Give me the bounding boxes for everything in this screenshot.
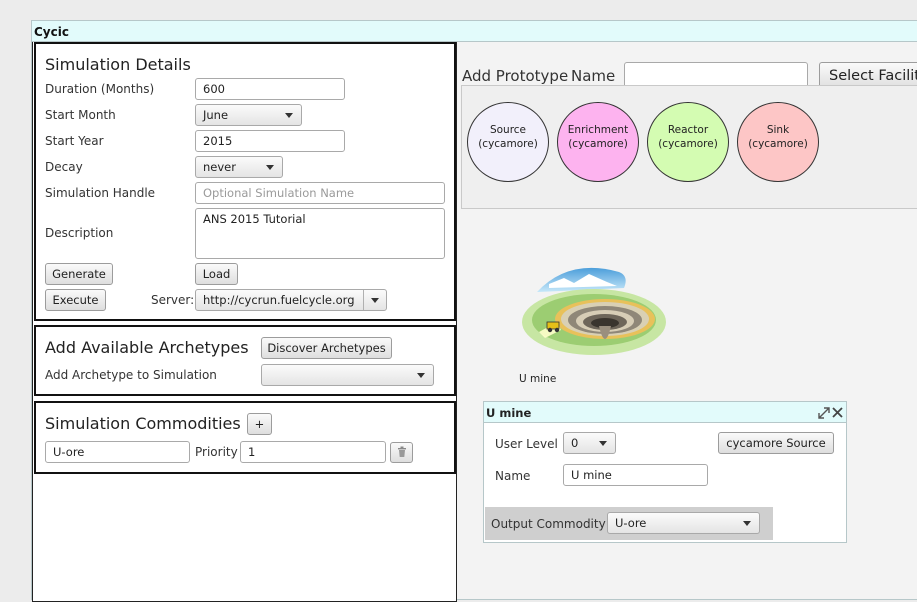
output-commodity-select[interactable]: U-ore: [607, 512, 760, 534]
cycic-window: Cycic Simulation Details Duration (Month…: [31, 20, 917, 602]
simulation-handle-label: Simulation Handle: [45, 186, 156, 200]
start-month-label: Start Month: [45, 108, 116, 122]
facility-source-name: Source: [489, 124, 527, 136]
archetypes-heading: Add Available Archetypes: [45, 338, 249, 357]
chevron-down-icon: [743, 521, 751, 526]
start-month-value: June: [203, 108, 229, 122]
execute-button[interactable]: Execute: [45, 289, 106, 311]
simulation-handle-input[interactable]: Optional Simulation Name: [195, 182, 445, 204]
generate-button[interactable]: Generate: [45, 263, 113, 285]
facility-enrichment[interactable]: Enrichment (cycamore): [557, 102, 639, 182]
description-textarea[interactable]: ANS 2015 Tutorial: [195, 208, 445, 259]
left-panel: Simulation Details Duration (Months) 600…: [32, 42, 457, 602]
chevron-down-icon[interactable]: [371, 298, 379, 303]
delete-commodity-button[interactable]: [390, 442, 413, 463]
mine-node-label: U mine: [519, 373, 557, 385]
add-prototype-heading: Add Prototype: [462, 67, 569, 85]
simulation-details-section: Simulation Details Duration (Months) 600…: [34, 42, 456, 321]
decay-value: never: [203, 160, 236, 174]
chevron-down-icon: [266, 165, 274, 170]
facility-sink[interactable]: Sink (cycamore): [737, 102, 819, 182]
start-month-select[interactable]: June: [195, 104, 302, 126]
expand-icon[interactable]: [818, 407, 830, 419]
duration-input[interactable]: 600: [195, 78, 345, 100]
close-icon[interactable]: [832, 407, 843, 418]
window-title: Cycic: [32, 21, 917, 42]
user-level-select[interactable]: 0: [563, 432, 616, 454]
facility-palette: Source (cycamore) Enrichment (cycamore) …: [461, 85, 917, 209]
facility-name-input[interactable]: U mine: [563, 464, 708, 486]
add-commodity-button[interactable]: +: [247, 413, 272, 435]
facility-reactor-name: Reactor: [667, 124, 709, 136]
commodities-heading: Simulation Commodities: [45, 414, 241, 433]
facility-window-title: U mine: [484, 402, 846, 423]
output-commodity-label: Output Commodity: [491, 517, 606, 531]
facility-reactor[interactable]: Reactor (cycamore): [647, 102, 729, 182]
start-year-input[interactable]: 2015: [195, 130, 345, 152]
chevron-down-icon: [417, 373, 425, 378]
trash-icon: [397, 446, 406, 457]
output-commodity-row: Output Commodity U-ore: [485, 507, 773, 540]
simulation-details-heading: Simulation Details: [45, 55, 191, 74]
discover-archetypes-button[interactable]: Discover Archetypes: [261, 337, 392, 359]
facility-reactor-lib: (cycamore): [658, 138, 718, 150]
archetype-type-button[interactable]: cycamore Source: [718, 432, 834, 454]
decay-label: Decay: [45, 160, 83, 174]
duration-label: Duration (Months): [45, 82, 155, 96]
load-button[interactable]: Load: [195, 263, 238, 285]
add-archetype-label: Add Archetype to Simulation: [45, 368, 217, 382]
facility-enrichment-name: Enrichment: [567, 124, 629, 136]
facility-enrichment-lib: (cycamore): [568, 138, 628, 150]
priority-label: Priority: [195, 445, 238, 459]
facility-sink-name: Sink: [766, 124, 790, 136]
server-combobox[interactable]: http://cycrun.fuelcycle.org: [195, 289, 387, 311]
server-label: Server:: [151, 293, 195, 307]
decay-select[interactable]: never: [195, 156, 283, 178]
user-level-value: 0: [571, 436, 579, 450]
description-label: Description: [45, 226, 114, 240]
facility-source-lib: (cycamore): [478, 138, 538, 150]
mine-node-icon[interactable]: [519, 262, 669, 357]
facility-sink-lib: (cycamore): [748, 138, 808, 150]
combo-divider: [363, 290, 364, 310]
commodity-name-input[interactable]: U-ore: [45, 441, 190, 463]
archetypes-section: Add Available Archetypes Discover Archet…: [34, 325, 456, 396]
start-year-label: Start Year: [45, 134, 104, 148]
server-value: http://cycrun.fuelcycle.org: [203, 293, 355, 307]
facility-window: U mine User Level 0 cycamore Source Name…: [483, 401, 847, 543]
user-level-label: User Level: [495, 437, 558, 451]
prototype-name-label: Name: [571, 67, 616, 85]
output-commodity-value: U-ore: [615, 516, 647, 530]
commodities-section: Simulation Commodities + U-ore Priority …: [34, 401, 456, 474]
facility-name-label: Name: [495, 469, 531, 483]
chevron-down-icon: [599, 441, 607, 446]
add-archetype-select[interactable]: [261, 364, 434, 386]
facility-source[interactable]: Source (cycamore): [467, 102, 549, 182]
chevron-down-icon: [285, 113, 293, 118]
priority-input[interactable]: 1: [240, 441, 386, 463]
